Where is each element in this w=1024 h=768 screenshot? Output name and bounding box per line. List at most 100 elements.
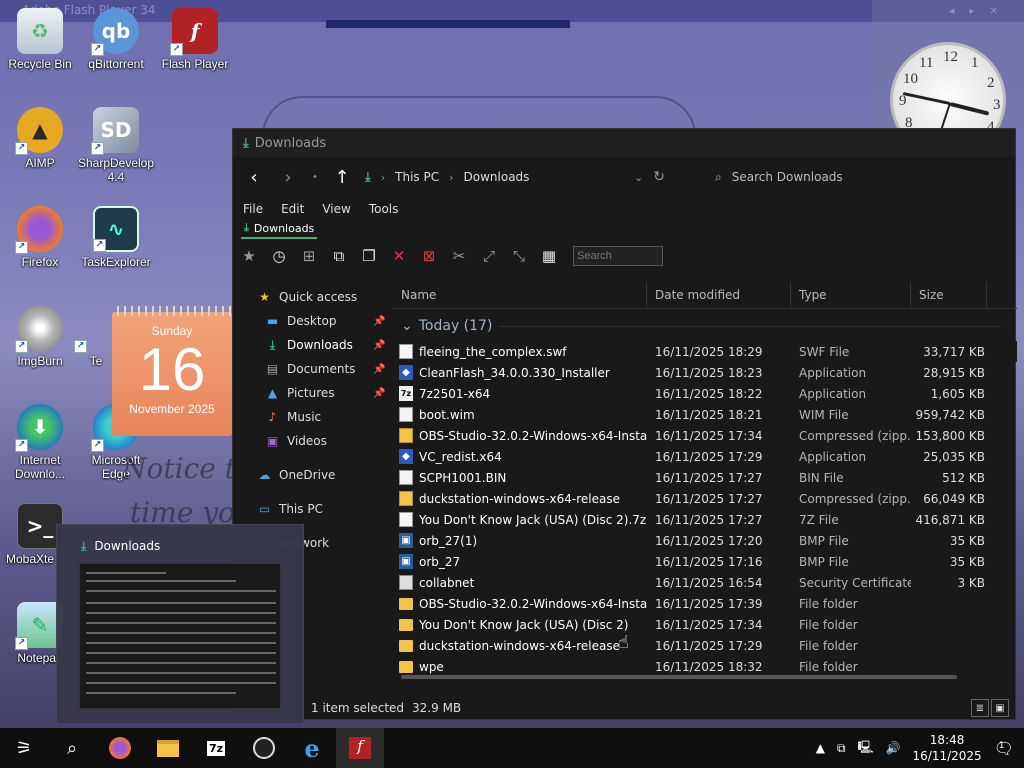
volume-icon[interactable]: 🔊: [886, 741, 901, 755]
file-row[interactable]: ▣ orb_27 16/11/2025 17:16 BMP File 35 KB: [393, 551, 1017, 572]
breadcrumb-this-pc[interactable]: This PC: [395, 170, 439, 184]
desktop-icon-label: Recycle Bin: [8, 57, 72, 71]
file-row[interactable]: ▣ orb_27(1) 16/11/2025 17:20 BMP File 35 KB: [393, 530, 1017, 551]
start-button[interactable]: ⚞: [0, 728, 48, 768]
taskbar-thumbnail-preview[interactable]: ⤓ Downloads: [56, 524, 304, 724]
desktop-icon-flash-player[interactable]: f ↗ Flash Player: [155, 8, 235, 71]
column-header-size[interactable]: Size: [911, 281, 987, 308]
taskbar-flash-player[interactable]: f: [336, 728, 384, 768]
delete-icon[interactable]: ✕: [387, 244, 411, 268]
desktop-icon-sharpdevelop[interactable]: SD ↗ SharpDevelop 4.4: [76, 107, 156, 184]
file-size: 66,049 KB: [923, 491, 985, 506]
column-header-date[interactable]: Date modified: [647, 281, 791, 308]
column-header-type[interactable]: Type: [791, 281, 911, 308]
nav-item-downloads[interactable]: ⤓ Downloads 📌: [233, 333, 393, 357]
file-row[interactable]: You Don't Know Jack (USA) (Disc 2) 16/11/…: [393, 614, 1017, 635]
tab-downloads[interactable]: ⤓ Downloads: [241, 221, 318, 239]
taskbar-7zip[interactable]: 7z: [192, 728, 240, 768]
forward-arrow-icon[interactable]: ›: [277, 167, 299, 188]
desktop-icon-imgburn[interactable]: ↗ ImgBurn: [0, 305, 80, 368]
nav-item-documents[interactable]: ▤ Documents 📌: [233, 357, 393, 381]
rename-icon[interactable]: ⤢: [477, 244, 501, 268]
taskbar-obs[interactable]: [240, 728, 288, 768]
address-bar[interactable]: ⤓ › This PC › Downloads ⌄ ↻: [365, 169, 665, 185]
search-input[interactable]: Search Downloads: [732, 170, 843, 184]
taskbar-file-explorer[interactable]: [144, 728, 192, 768]
network-icon[interactable]: 🖳: [858, 738, 874, 759]
desktop-icon-recycle-bin[interactable]: ♻ Recycle Bin: [0, 8, 80, 71]
menu-tools[interactable]: Tools: [369, 202, 399, 216]
shortcut-arrow-icon: ↗: [91, 142, 104, 155]
view-options-icon[interactable]: ▦: [537, 244, 561, 268]
taskbar-internet-explorer[interactable]: e: [288, 728, 336, 768]
history-clock-icon[interactable]: ◷: [267, 244, 291, 268]
group-label: Today (17): [418, 318, 493, 334]
favorite-star-icon[interactable]: ★: [237, 244, 261, 268]
recent-locations-icon[interactable]: •: [311, 172, 319, 183]
nav-item-music[interactable]: ♪ Music: [233, 405, 393, 429]
move-to-icon[interactable]: ❐: [357, 244, 381, 268]
address-dropdown-icon[interactable]: ⌄: [634, 171, 643, 184]
column-header-name[interactable]: Name: [393, 281, 647, 308]
cut-icon[interactable]: ✂: [447, 244, 471, 268]
desktop-icon-aimp[interactable]: ▲ ↗ AIMP: [0, 107, 80, 170]
nav-item-desktop[interactable]: ▬ Desktop 📌: [233, 309, 393, 333]
file-row[interactable]: OBS-Studio-32.0.2-Windows-x64-Installer 1…: [393, 425, 1017, 446]
taskbar-firefox[interactable]: [96, 728, 144, 768]
file-row[interactable]: SCPH1001.BIN 16/11/2025 17:27 BIN File 512 …: [393, 467, 1017, 488]
desktop-icon-firefox[interactable]: ↗ Firefox: [0, 206, 80, 269]
file-row[interactable]: wpe 16/11/2025 18:32 File folder: [393, 656, 1017, 677]
properties-icon[interactable]: ⤡: [507, 244, 531, 268]
taskbar-search-button[interactable]: ⌕: [48, 728, 96, 768]
desktop-icon-qbittorrent[interactable]: qb ↗ qBittorrent: [76, 8, 156, 71]
tray-app-icon[interactable]: ⧉: [837, 741, 846, 756]
up-arrow-icon[interactable]: ↑: [331, 167, 353, 188]
nav-item-pictures[interactable]: ▲ Pictures 📌: [233, 381, 393, 405]
file-row[interactable]: duckstation-windows-x64-release 16/11/202…: [393, 488, 1017, 509]
large-icons-view-icon[interactable]: ▣: [991, 699, 1009, 717]
file-row[interactable]: ◆ CleanFlash_34.0.0.330_Installer 16/11/20…: [393, 362, 1017, 383]
back-arrow-icon[interactable]: ‹: [243, 167, 265, 188]
window-titlebar[interactable]: ⤓ Downloads: [233, 129, 1015, 157]
file-name-cell: OBS-Studio-32.0.2-Windows-x64-Installer: [393, 597, 647, 611]
toolbar-search-input[interactable]: [573, 246, 663, 266]
desktop-icon-partial[interactable]: ↗ Te: [74, 305, 116, 368]
file-row[interactable]: duckstation-windows-x64-release 16/11/202…: [393, 635, 1017, 656]
horizontal-scrollbar[interactable]: [401, 675, 957, 679]
file-type: 7Z File: [799, 512, 839, 527]
nav-onedrive[interactable]: ☁ OneDrive: [233, 463, 393, 487]
file-row[interactable]: ◆ VC_redist.x64 16/11/2025 17:29 Applicatio…: [393, 446, 1017, 467]
breadcrumb-downloads[interactable]: Downloads: [464, 170, 530, 184]
file-row[interactable]: 7z 7z2501-x64 16/11/2025 18:22 Application 1…: [393, 383, 1017, 404]
details-view-icon[interactable]: ≣: [971, 699, 989, 717]
menu-file[interactable]: File: [243, 202, 263, 216]
menu-view[interactable]: View: [322, 202, 350, 216]
file-row[interactable]: You Don't Know Jack (USA) (Disc 2).7z 16/…: [393, 509, 1017, 530]
nav-item-videos[interactable]: ▣ Videos: [233, 429, 393, 453]
file-type: Application: [799, 449, 867, 464]
nav-quick-access[interactable]: ★ Quick access: [233, 285, 393, 309]
file-name-cell: duckstation-windows-x64-release: [393, 639, 647, 653]
delete-permanent-icon[interactable]: ⊠: [417, 244, 441, 268]
tray-clock[interactable]: 18:48 16/11/2025: [913, 732, 982, 764]
file-date: 16/11/2025 17:34: [655, 428, 763, 443]
notification-icon[interactable]: 🗨 1: [994, 739, 1014, 758]
file-row[interactable]: collabnet 16/11/2025 16:54 Security Certif…: [393, 572, 1017, 593]
file-row[interactable]: fleeing_the_complex.swf 16/11/2025 18:29 S…: [393, 341, 1017, 362]
refresh-icon[interactable]: ↻: [653, 169, 665, 185]
menu-edit[interactable]: Edit: [281, 202, 304, 216]
nav-this-pc[interactable]: ▭ This PC: [233, 497, 393, 521]
copy-to-icon[interactable]: ⧉: [327, 244, 351, 268]
desktop-icon-taskexplorer[interactable]: ∿ ↗ TaskExplorer: [76, 206, 156, 269]
file-type: File folder: [799, 617, 858, 632]
calendar-gadget[interactable]: Sunday 16 November 2025: [112, 306, 232, 436]
shortcut-arrow-icon: ↗: [74, 340, 87, 353]
search-box[interactable]: ⌕ Search Downloads: [715, 170, 935, 185]
file-row[interactable]: boot.wim 16/11/2025 18:21 WIM File 959,742 …: [393, 404, 1017, 425]
group-header-today[interactable]: ⌄ Today (17): [393, 311, 1017, 341]
desktop-icon-internet-download-manager[interactable]: ⬇ ↗ Internet Downlo...: [0, 404, 80, 481]
windows-flag-icon[interactable]: ⊞: [297, 244, 321, 268]
thumbnail-title: ⤓ Downloads: [81, 539, 160, 554]
file-row[interactable]: OBS-Studio-32.0.2-Windows-x64-Installer 1…: [393, 593, 1017, 614]
tray-overflow-icon[interactable]: ▲: [816, 741, 825, 755]
